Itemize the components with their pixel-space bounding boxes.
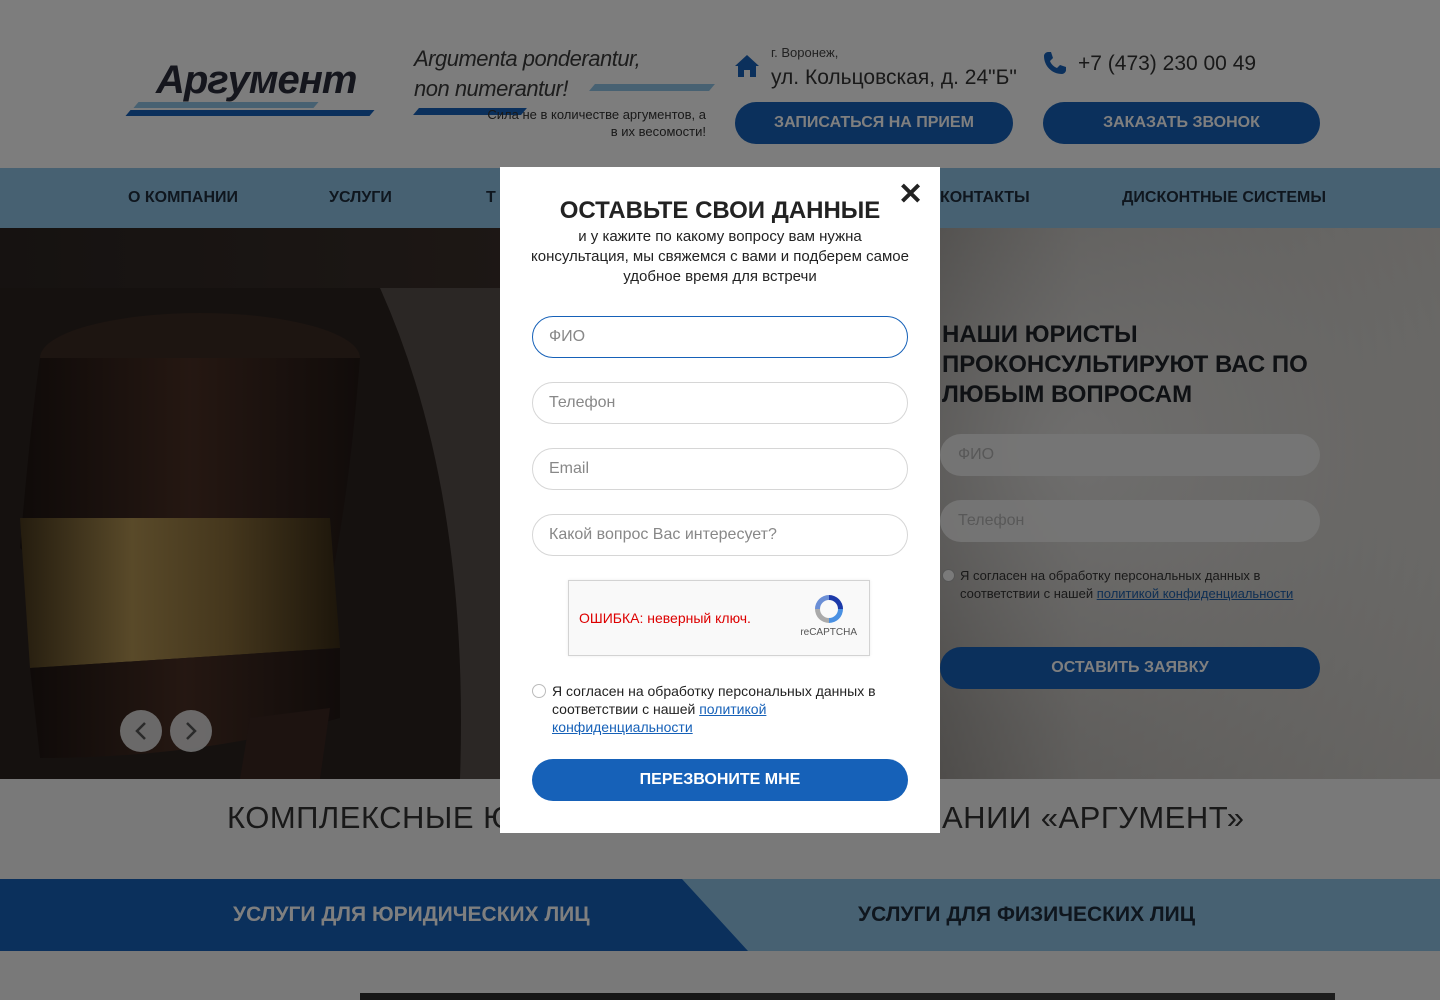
phone-input[interactable]: Телефон [532,382,908,424]
recaptcha-label: reCAPTCHA [800,627,857,638]
call-me-button[interactable]: ПЕРЕЗВОНИТЕ МНЕ [532,759,908,801]
question-input[interactable]: Какой вопрос Вас интересует? [532,514,908,556]
modal-description: и у кажите по какому вопросу вам нужна к… [531,228,909,285]
recaptcha-icon [815,595,843,623]
consent-text: Я согласен на обработку персональных дан… [552,682,892,736]
consent-checkbox[interactable] [532,684,546,698]
contact-modal: ✕ ОСТАВЬТЕ СВОИ ДАННЫЕ и у кажите по как… [500,167,940,833]
name-input[interactable]: ФИО [532,316,908,358]
email-input[interactable]: Email [532,448,908,490]
modal-title: ОСТАВЬТЕ СВОИ ДАННЫЕ [559,197,881,224]
recaptcha-error: ОШИБКА: неверный ключ. [579,610,751,626]
recaptcha-widget[interactable]: ОШИБКА: неверный ключ. reCAPTCHA [568,580,870,656]
